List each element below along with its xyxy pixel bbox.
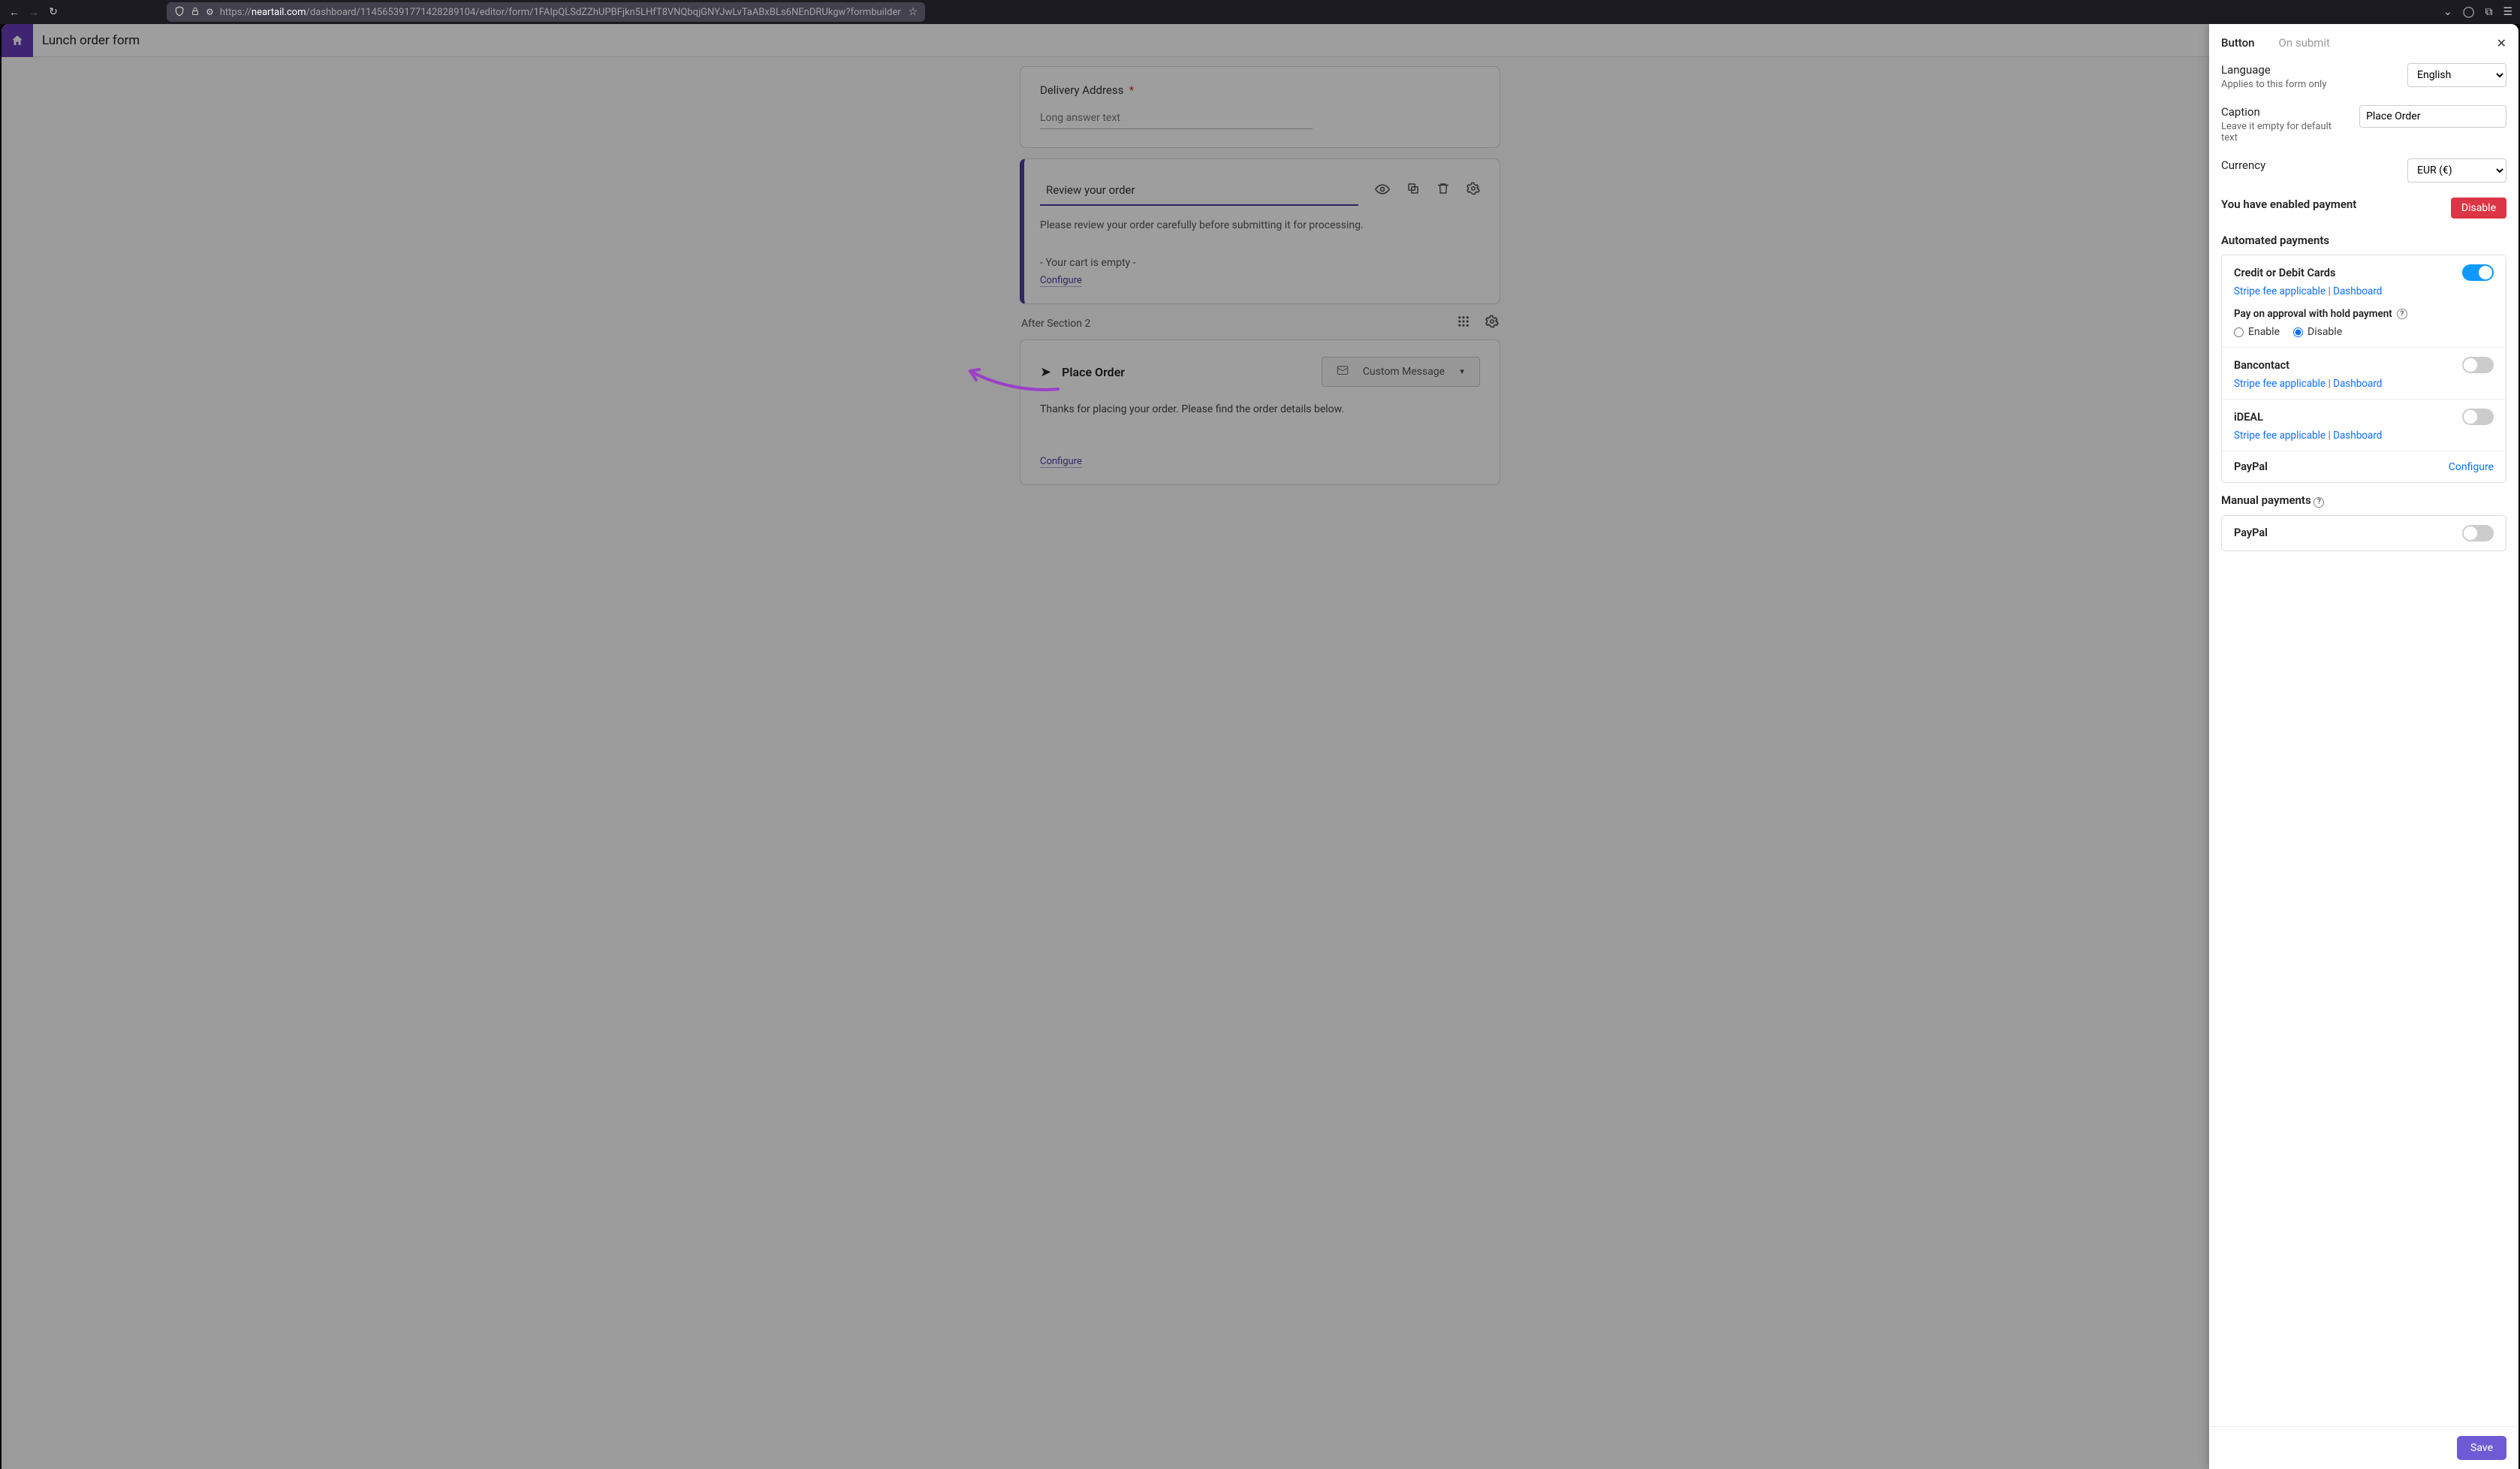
cc-toggle[interactable]: [2462, 264, 2494, 281]
help-icon[interactable]: ?: [2397, 309, 2407, 319]
required-mark: *: [1129, 83, 1134, 97]
language-label: Language: [2221, 63, 2326, 77]
custom-message-dropdown[interactable]: Custom Message ▼: [1322, 357, 1480, 387]
review-title-input[interactable]: [1040, 176, 1358, 206]
cc-label: Credit or Debit Cards: [2234, 267, 2335, 279]
reload-button[interactable]: ↻: [47, 6, 60, 18]
question-title: Delivery Address *: [1040, 83, 1480, 97]
configure-link[interactable]: Configure: [1040, 275, 1082, 287]
review-description: Please review your order carefully befor…: [1040, 219, 1480, 231]
manual-payments-block: PayPal: [2221, 515, 2506, 551]
hold-disable-option[interactable]: Disable: [2293, 326, 2342, 338]
automated-payments-block: Credit or Debit Cards Stripe fee applica…: [2221, 255, 2506, 483]
card-review-order[interactable]: Please review your order carefully befor…: [1020, 158, 1500, 304]
after-section-row: After Section 2: [1020, 315, 1500, 339]
bancontact-dashboard-link[interactable]: Dashboard: [2333, 378, 2382, 390]
hold-enable-option[interactable]: Enable: [2234, 326, 2280, 338]
shield-icon: [174, 6, 185, 19]
disable-payment-button[interactable]: Disable: [2451, 198, 2506, 219]
help-icon[interactable]: ?: [2314, 497, 2324, 508]
currency-select[interactable]: EUR (€): [2407, 158, 2506, 182]
forward-button[interactable]: →: [27, 6, 41, 19]
caption-input[interactable]: [2359, 105, 2506, 128]
place-order-title: Place Order: [1062, 365, 1125, 379]
ideal-label: iDEAL: [2234, 411, 2263, 424]
paypal-manual-toggle[interactable]: [2462, 525, 2494, 541]
panel-tab-onsubmit[interactable]: On submit: [2279, 36, 2330, 50]
save-button[interactable]: Save: [2457, 1436, 2506, 1460]
payment-enabled-label: You have enabled payment: [2221, 198, 2356, 211]
permissions-icon: ⚙: [206, 7, 214, 17]
ideal-fee-link[interactable]: Stripe fee applicable: [2234, 430, 2326, 442]
bookmark-star-icon[interactable]: ☆: [908, 6, 918, 18]
app-header: Lunch order form EDIT P: [2, 24, 2518, 57]
extensions-icon[interactable]: ⧉: [2485, 6, 2492, 18]
long-answer-placeholder[interactable]: Long answer text: [1040, 107, 1313, 129]
form-canvas: Delivery Address * Long answer text Plea…: [2, 57, 2518, 1469]
card-delivery-address[interactable]: Delivery Address * Long answer text: [1020, 66, 1500, 148]
url-text: https://neartail.com/dashboard/114565391…: [220, 7, 903, 18]
browser-chrome: ← → ↻ ⚙ https://neartail.com/dashboard/1…: [0, 0, 2520, 24]
manual-payments-title: Manual payments ?: [2221, 493, 2506, 508]
card-place-order[interactable]: ➤ Place Order Custom Message ▼ Thanks fo…: [1020, 339, 1500, 485]
grid-icon[interactable]: [1457, 315, 1470, 332]
lock-icon: [191, 7, 200, 18]
url-bar[interactable]: ⚙ https://neartail.com/dashboard/1145653…: [167, 2, 925, 22]
ideal-toggle[interactable]: [2462, 409, 2494, 425]
bancontact-label: Bancontact: [2234, 359, 2289, 372]
paypal-auto-label: PayPal: [2234, 460, 2268, 473]
caption-label: Caption: [2221, 105, 2350, 119]
trash-icon[interactable]: [1436, 182, 1450, 201]
form-title: Lunch order form: [33, 33, 140, 48]
account-icon[interactable]: ◯: [2463, 6, 2475, 18]
cc-dashboard-link[interactable]: Dashboard: [2333, 285, 2382, 297]
bancontact-fee-link[interactable]: Stripe fee applicable: [2234, 378, 2326, 390]
language-sub: Applies to this form only: [2221, 79, 2326, 90]
copy-icon[interactable]: [1406, 182, 1420, 201]
currency-label: Currency: [2221, 158, 2265, 172]
hold-payment-title: Pay on approval with hold payment ?: [2234, 308, 2494, 320]
thanks-text: Thanks for placing your order. Please fi…: [1040, 403, 1480, 415]
ideal-dashboard-link[interactable]: Dashboard: [2333, 430, 2382, 442]
panel-tab-button[interactable]: Button: [2221, 36, 2255, 50]
message-icon: [1336, 363, 1349, 380]
cc-fee-link[interactable]: Stripe fee applicable: [2234, 285, 2326, 297]
gear-icon[interactable]: [1485, 315, 1499, 332]
home-button[interactable]: [2, 24, 33, 57]
send-icon: ➤: [1040, 364, 1051, 380]
settings-panel: Button On submit ✕ Language Applies to t…: [2209, 24, 2518, 1469]
gear-icon[interactable]: [1466, 182, 1480, 201]
back-button[interactable]: ←: [8, 6, 21, 19]
paypal-configure-link[interactable]: Configure: [2449, 461, 2494, 473]
bancontact-toggle[interactable]: [2462, 357, 2494, 373]
preview-icon[interactable]: [1375, 182, 1390, 201]
paypal-manual-label: PayPal: [2234, 526, 2268, 539]
caption-sub: Leave it empty for default text: [2221, 121, 2350, 143]
chevron-down-icon: ▼: [1458, 368, 1466, 376]
automated-payments-title: Automated payments: [2221, 234, 2506, 247]
pocket-icon[interactable]: ⌄: [2443, 6, 2452, 18]
cart-empty-text: - Your cart is empty -: [1040, 257, 1480, 269]
after-section-label: After Section 2: [1021, 318, 1090, 330]
configure-link[interactable]: Configure: [1040, 456, 1082, 468]
close-icon[interactable]: ✕: [2497, 36, 2506, 50]
menu-icon[interactable]: ☰: [2503, 6, 2512, 18]
app-viewport: Lunch order form EDIT P Delivery Address…: [2, 24, 2518, 1469]
language-select[interactable]: English: [2407, 63, 2506, 87]
